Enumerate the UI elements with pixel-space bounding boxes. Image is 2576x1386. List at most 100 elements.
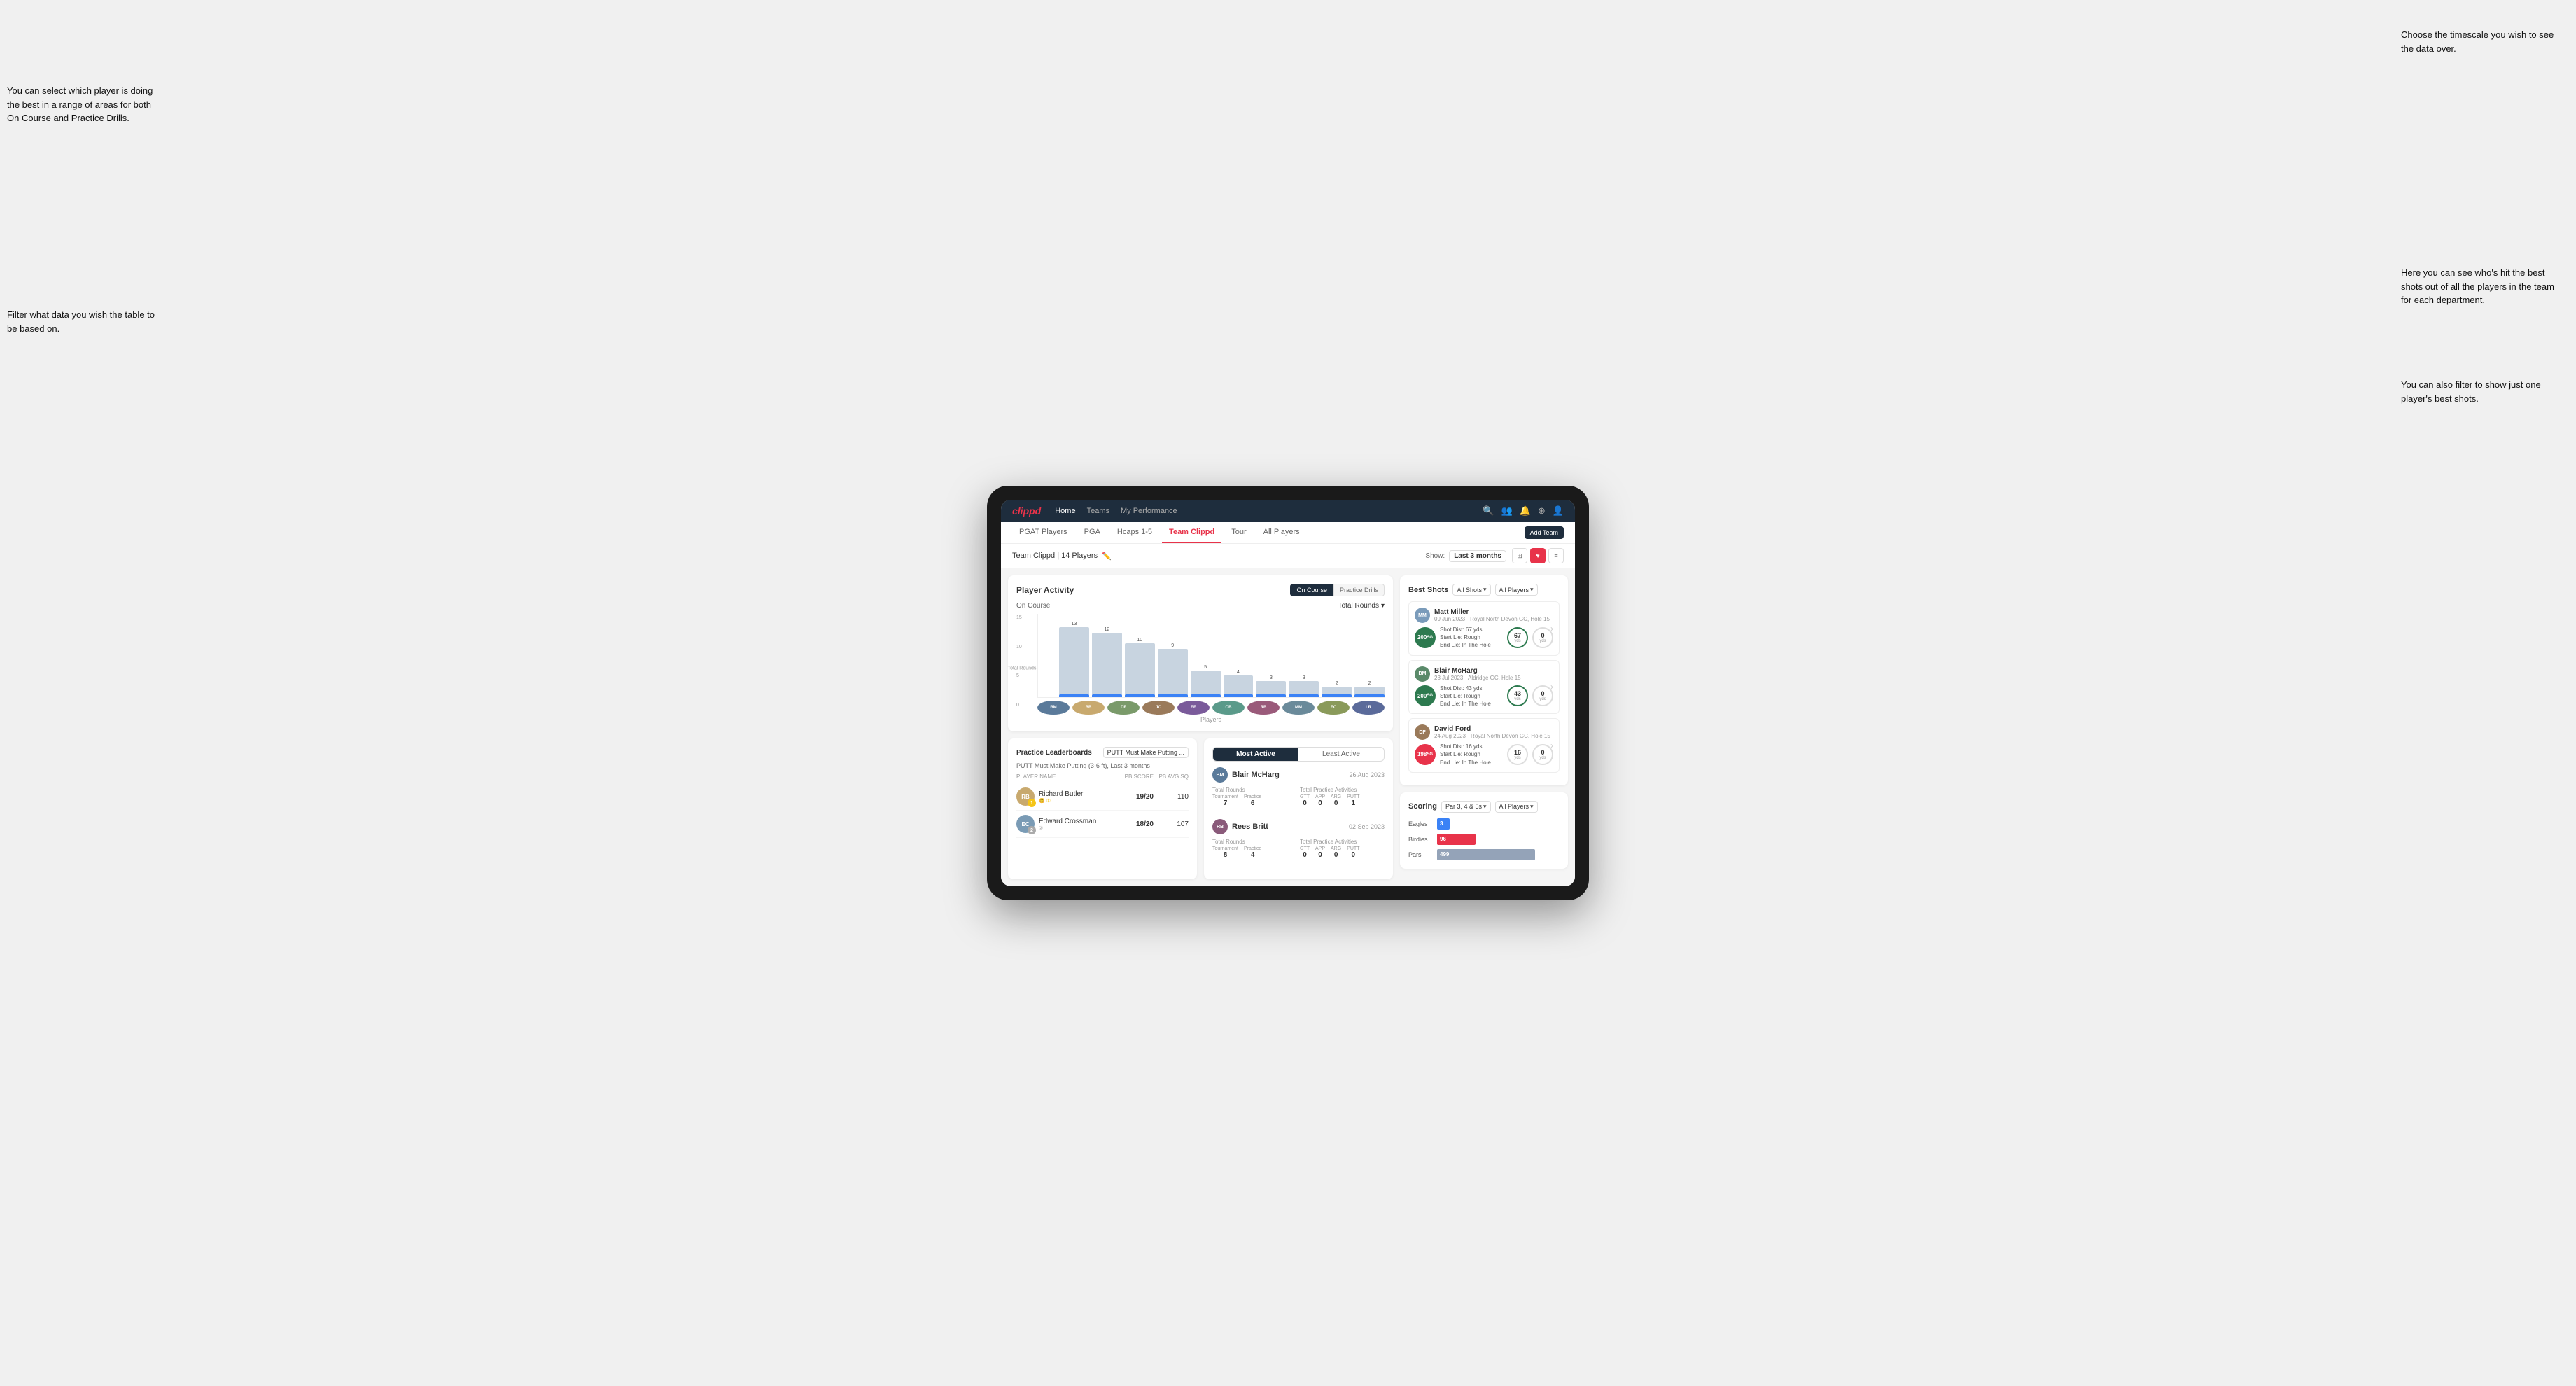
avatar: BM [1212,767,1228,783]
stat-item: APP 0 [1315,846,1325,859]
avatar: RB 1 [1016,788,1035,806]
tab-pgat-players[interactable]: PGAT Players [1012,522,1074,543]
avatar-small: EE [1177,701,1210,715]
pars-value: 499 [1440,851,1449,858]
edit-icon[interactable]: ✏️ [1102,552,1112,561]
distance-stat: 67 yds [1507,627,1528,648]
drill-dropdown[interactable]: PUTT Must Make Putting ... [1103,747,1189,758]
bottom-panels: Practice Leaderboards PUTT Must Make Put… [1008,738,1393,879]
avatar-small: BB [1072,701,1105,715]
stats-row: Total Rounds Tournament 7 Practice [1212,787,1385,807]
col-name-header: PLAYER NAME [1016,774,1119,780]
tab-team-clippd[interactable]: Team Clippd [1162,522,1222,543]
section-title: Total Practice Activities [1300,787,1385,793]
tab-all-players[interactable]: All Players [1256,522,1307,543]
stat-item: GTT 0 [1300,794,1310,807]
stat-label: Practice [1244,846,1261,851]
add-icon[interactable]: ⊕ [1538,505,1546,517]
tab-hcaps[interactable]: Hcaps 1-5 [1110,522,1159,543]
annotation-left-top: You can select which player is doing the… [7,84,161,125]
stat-value: 0 [1352,851,1356,859]
grid-view-icon[interactable]: ⊞ [1512,548,1527,564]
player-info: Edward Crossman ② [1039,818,1119,831]
search-icon[interactable]: 🔍 [1483,505,1494,517]
stats-row: Total Rounds Tournament 8 Practice [1212,839,1385,859]
practice-drills-toggle[interactable]: Practice Drills [1334,584,1385,596]
stat-label: GTT [1300,794,1310,799]
bar-highlight [1158,694,1188,697]
stat-unit: yds [1539,697,1546,701]
y-axis-15: 15 [1016,615,1022,620]
most-active-card: Most Active Least Active BM Blair McHarg… [1204,738,1393,879]
stat-label: PUTT [1347,846,1359,851]
shot-info: Shot Dist: 16 yds Start Lie: Rough End L… [1440,743,1503,766]
nav-teams[interactable]: Teams [1087,507,1110,515]
col-headers: PLAYER NAME PB SCORE PB AVG SQ [1016,774,1189,783]
rounds-section: Total Rounds Tournament 7 Practice [1212,787,1297,807]
bar-highlight [1354,694,1385,697]
eagles-label: Eagles [1408,820,1433,827]
stat-value: 0 [1318,799,1322,807]
bell-icon[interactable]: 🔔 [1520,505,1531,517]
nav-my-performance[interactable]: My Performance [1121,507,1177,515]
bar-highlight [1125,694,1155,697]
table-row: RB 1 Richard Butler 😊 ① 19/20 110 [1016,783,1189,811]
player-score: 19/20 [1119,793,1154,801]
avatar-small: DF [1107,701,1140,715]
nav-home[interactable]: Home [1055,507,1075,515]
stat-value: 0 [1303,799,1307,807]
stats-values: GTT 0 APP 0 ARG [1300,794,1385,807]
player-avg: 110 [1154,793,1189,801]
table-view-icon[interactable]: ≡ [1548,548,1564,564]
bar-group: 12 [1092,627,1122,697]
all-shots-dropdown[interactable]: All Shots ▾ [1452,584,1490,596]
player-date: 26 Aug 2023 [1349,771,1385,778]
all-players-dropdown[interactable]: All Players ▾ [1495,584,1538,596]
avatar-small: RB [1247,701,1280,715]
chart-dropdown[interactable]: Total Rounds ▾ [1338,602,1385,610]
chevron-right-icon[interactable]: › [1550,682,1553,692]
most-active-tab[interactable]: Most Active [1213,748,1298,761]
avatar: EC 2 [1016,815,1035,833]
stat-item: Tournament 7 [1212,794,1238,807]
tab-tour[interactable]: Tour [1224,522,1253,543]
bar-group: 2 [1322,681,1352,697]
chart-sub-header: On Course Total Rounds ▾ [1016,602,1385,610]
stat-num: 0 [1541,749,1544,756]
chevron-right-icon[interactable]: › [1550,741,1553,750]
add-team-button[interactable]: Add Team [1525,526,1564,539]
avatar-small: JC [1142,701,1175,715]
least-active-tab[interactable]: Least Active [1298,748,1384,761]
stat-label: GTT [1300,846,1310,851]
pars-label: Pars [1408,851,1433,858]
chevron-right-icon[interactable]: › [1550,624,1553,634]
scoring-par-dropdown[interactable]: Par 3, 4 & 5s ▾ [1441,801,1491,813]
best-shots-title: Best Shots [1408,586,1448,594]
shot-stats: 200SG Shot Dist: 67 yds Start Lie: Rough… [1415,626,1553,650]
avatar-small: MM [1282,701,1315,715]
tab-pga[interactable]: PGA [1077,522,1107,543]
shot-item: DF David Ford 24 Aug 2023 · Royal North … [1408,718,1560,773]
shot-info: Shot Dist: 43 yds Start Lie: Rough End L… [1440,685,1503,708]
on-course-toggle[interactable]: On Course [1290,584,1334,596]
player-score: 18/20 [1119,820,1154,828]
scoring-title: Scoring [1408,802,1437,811]
bar-value: 3 [1303,676,1306,680]
scoring-row-eagles: Eagles 3 [1408,818,1560,830]
chevron-down-icon: ▾ [1530,586,1534,594]
player-name: Rees Britt [1232,822,1268,831]
player-name: Edward Crossman [1039,818,1119,825]
distance-stat: 16 yds [1507,744,1528,765]
par-filter-label: Par 3, 4 & 5s [1446,803,1482,810]
users-icon[interactable]: 👥 [1502,505,1513,517]
list-view-icon[interactable]: ♥ [1530,548,1546,564]
stat-unit: yds [1539,756,1546,760]
main-content: Player Activity On Course Practice Drill… [1001,568,1575,886]
bar-highlight [1092,694,1122,697]
time-filter-dropdown[interactable]: Last 3 months [1449,550,1506,562]
view-icons: ⊞ ♥ ≡ [1512,548,1564,564]
user-icon[interactable]: 👤 [1553,505,1564,517]
scoring-bars: Eagles 3 Birdies 96 Pars [1408,818,1560,860]
scoring-players-dropdown[interactable]: All Players ▾ [1495,801,1538,813]
stat-unit: yds [1514,756,1520,760]
